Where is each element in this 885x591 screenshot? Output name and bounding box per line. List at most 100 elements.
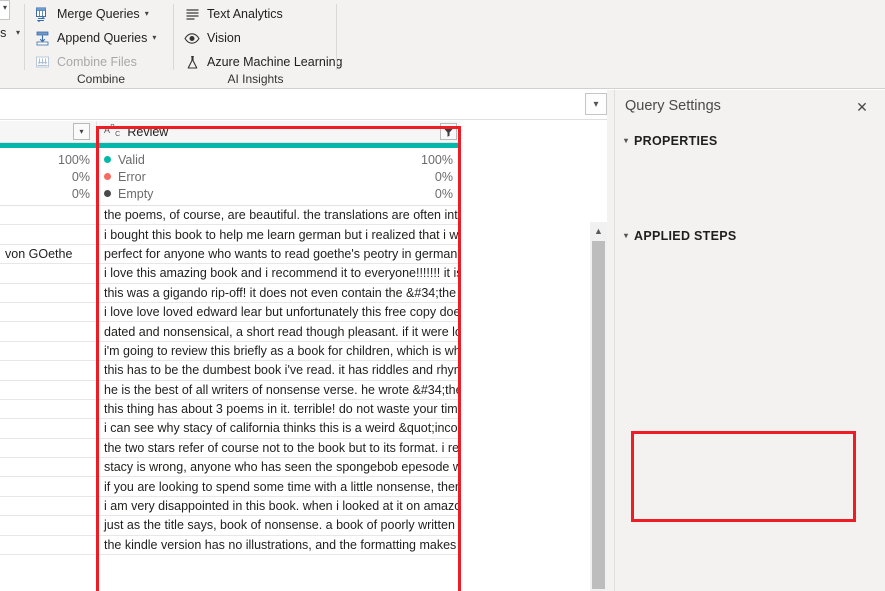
group-divider: [336, 4, 337, 70]
quality-row-empty: Empty 0%: [97, 185, 460, 202]
table-row[interactable]: he is the best of all writers of nonsens…: [97, 381, 460, 400]
vision-label: Vision: [207, 31, 241, 45]
merge-queries-icon: [32, 5, 52, 23]
chevron-down-icon[interactable]: ▾: [152, 34, 156, 42]
grid-right-edge: [607, 90, 614, 591]
chevron-down-icon[interactable]: ▾: [145, 10, 149, 18]
merge-queries-button[interactable]: Merge Queries ▾: [28, 2, 174, 26]
query-settings-pane: Query Settings ✕ ▾PROPERTIES Name Review…: [614, 90, 885, 591]
table-row[interactable]: [0, 264, 97, 284]
text-analytics-label: Text Analytics: [207, 7, 283, 21]
quality-percent: 0%: [71, 186, 90, 201]
table-row[interactable]: this has to be the dumbest book i've rea…: [97, 361, 460, 381]
table-row[interactable]: [0, 535, 97, 556]
applied-steps-section-label: APPLIED STEPS: [634, 229, 737, 243]
table-row[interactable]: i'm going to review this briefly as a bo…: [97, 342, 460, 362]
chevron-down-icon[interactable]: ▾: [585, 93, 607, 115]
ribbon-group-label-ai-insights: AI Insights: [227, 72, 284, 86]
table-row[interactable]: [0, 477, 97, 497]
table-row[interactable]: perfect for anyone who wants to read goe…: [97, 245, 460, 265]
scrollbar-thumb[interactable]: [592, 241, 605, 589]
ribbon-group-ai-insights: Text Analytics Vision Azure Machine Lear…: [174, 0, 343, 89]
vision-button[interactable]: Vision: [178, 26, 337, 50]
text-analytics-button[interactable]: Text Analytics: [178, 2, 337, 26]
table-row[interactable]: this was a gigando rip-off! it does not …: [97, 284, 460, 303]
grid-vertical-scrollbar[interactable]: ▲: [590, 222, 607, 591]
table-row[interactable]: [0, 206, 97, 226]
table-row[interactable]: the kindle version has no illustrations,…: [97, 536, 460, 556]
quality-percent: 0%: [71, 169, 90, 184]
table-row[interactable]: i am very disappointed in this book. whe…: [97, 497, 460, 517]
ribbon-group-label-combine: Combine: [76, 72, 126, 86]
table-row[interactable]: [0, 225, 97, 245]
formula-bar[interactable]: ▾: [0, 90, 612, 120]
chevron-collapse-icon: ▾: [624, 231, 629, 240]
table-row[interactable]: [0, 322, 97, 342]
chevron-down-icon[interactable]: ▾: [73, 123, 90, 140]
azure-machine-learning-button[interactable]: Azure Machine Learning: [178, 50, 343, 74]
table-row[interactable]: i love this amazing book and i recommend…: [97, 264, 460, 284]
grid-column-review: ABC Review Valid 100% Error 0% Empty 0% …: [97, 121, 460, 591]
append-queries-button[interactable]: Append Queries ▾: [28, 26, 174, 50]
table-row[interactable]: i love love loved edward lear but unfort…: [97, 303, 460, 323]
column-header-review[interactable]: ABC Review: [97, 121, 460, 143]
grid-rows-review: the poems, of course, are beautiful. the…: [97, 206, 460, 556]
table-row[interactable]: [0, 380, 97, 400]
quality-dot-error: [104, 173, 111, 180]
azure-ml-label: Azure Machine Learning: [207, 55, 343, 69]
filter-applied-icon[interactable]: [440, 123, 457, 140]
ribbon-group-combine: Merge Queries ▾ Append Queries ▾ Combine…: [28, 0, 174, 89]
quality-row-valid: Valid 100%: [97, 151, 460, 168]
column-quality-block-review: Valid 100% Error 0% Empty 0%: [97, 148, 460, 206]
table-row[interactable]: [0, 341, 97, 362]
query-settings-title: Query Settings: [625, 98, 721, 114]
column-header-partial[interactable]: ▾: [0, 121, 97, 143]
grid-rows-partial-left: von GOethe: [0, 206, 97, 556]
quality-row: 0%: [0, 185, 96, 202]
azure-ml-flask-icon: [182, 53, 202, 71]
power-query-editor: rs ▾: [0, 0, 885, 591]
ribbon: rs ▾: [0, 0, 885, 89]
table-row[interactable]: von GOethe: [0, 244, 97, 265]
table-row[interactable]: i can see why stacy of california thinks…: [97, 419, 460, 439]
quality-dot-empty: [104, 190, 111, 197]
quality-percent: 100%: [58, 152, 90, 167]
table-row[interactable]: [0, 302, 97, 323]
abc-text-type-icon: ABC: [104, 123, 121, 138]
table-row[interactable]: [0, 361, 97, 381]
table-row[interactable]: stacy is wrong, anyone who has seen the …: [97, 458, 460, 478]
quality-row: 100%: [0, 151, 96, 168]
append-queries-icon: [32, 29, 52, 47]
vision-eye-icon: [182, 29, 202, 47]
quality-percent-valid: 100%: [421, 152, 453, 167]
quality-percent-empty: 0%: [434, 186, 453, 201]
table-row[interactable]: [0, 283, 97, 303]
table-row[interactable]: [0, 438, 97, 459]
quality-label-empty: Empty: [118, 186, 154, 201]
table-row[interactable]: if you are looking to spend some time wi…: [97, 477, 460, 497]
chevron-up-icon[interactable]: ▲: [590, 222, 607, 239]
chevron-collapse-icon: ▾: [624, 136, 629, 145]
combine-files-icon: [32, 53, 52, 71]
table-row[interactable]: the two stars refer of course not to the…: [97, 439, 460, 459]
ribbon-groups: Merge Queries ▾ Append Queries ▾ Combine…: [0, 0, 343, 86]
quality-label-error: Error: [118, 169, 146, 184]
table-row[interactable]: [0, 419, 97, 439]
table-row[interactable]: i bought this book to help me learn germ…: [97, 225, 460, 245]
table-row[interactable]: the poems, of course, are beautiful. the…: [97, 206, 460, 226]
table-row[interactable]: just as the title says, book of nonsense…: [97, 516, 460, 536]
merge-queries-label: Merge Queries: [57, 7, 140, 21]
applied-steps-section-header[interactable]: ▾ APPLIED STEPS: [624, 229, 737, 243]
table-row[interactable]: this thing has about 3 poems in it. terr…: [97, 400, 460, 420]
table-row[interactable]: [0, 458, 97, 478]
quality-dot-valid: [104, 156, 111, 163]
properties-section-header[interactable]: ▾ PROPERTIES: [624, 134, 718, 148]
table-row[interactable]: [0, 496, 97, 517]
table-row[interactable]: [0, 516, 97, 536]
quality-row: 0%: [0, 168, 96, 185]
append-queries-label: Append Queries: [57, 31, 148, 45]
table-row[interactable]: [0, 399, 97, 420]
combine-files-button[interactable]: Combine Files: [28, 50, 174, 74]
close-icon[interactable]: ✕: [853, 98, 871, 116]
table-row[interactable]: dated and nonsensical, a short read thou…: [97, 322, 460, 342]
